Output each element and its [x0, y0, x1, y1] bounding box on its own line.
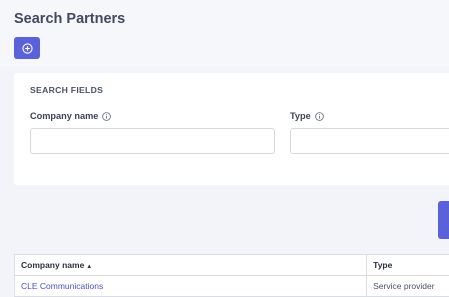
info-icon[interactable]: [315, 112, 324, 121]
table-cell-company: CLE Communications: [15, 276, 367, 297]
company-name-label-text: Company name: [30, 111, 98, 121]
type-label: Type: [290, 111, 324, 121]
plus-circle-icon: [22, 43, 33, 54]
company-name-input[interactable]: [30, 128, 275, 154]
info-icon[interactable]: [102, 112, 111, 121]
table-row: CLE Communications Service provider: [15, 276, 449, 297]
table-cell-type: Service provider: [367, 276, 449, 297]
column-header-company-name[interactable]: Company name▲: [15, 255, 367, 276]
search-button[interactable]: [438, 201, 449, 239]
header-band: [0, 0, 449, 66]
sort-ascending-icon: ▲: [86, 264, 92, 270]
table-header-row: Company name▲ Type: [15, 255, 449, 276]
page-title: Search Partners: [14, 11, 125, 27]
results-table: Company name▲ Type CLE Communications Se…: [14, 254, 449, 297]
add-partner-button[interactable]: [14, 37, 40, 59]
section-heading: SEARCH FIELDS: [30, 85, 103, 95]
search-fields-panel: SEARCH FIELDS Company name Type: [14, 73, 449, 185]
type-label-text: Type: [290, 111, 311, 121]
column-header-type[interactable]: Type: [367, 255, 449, 276]
company-link[interactable]: CLE Communications: [21, 281, 103, 291]
company-name-label: Company name: [30, 111, 111, 121]
type-input[interactable]: [290, 128, 449, 154]
